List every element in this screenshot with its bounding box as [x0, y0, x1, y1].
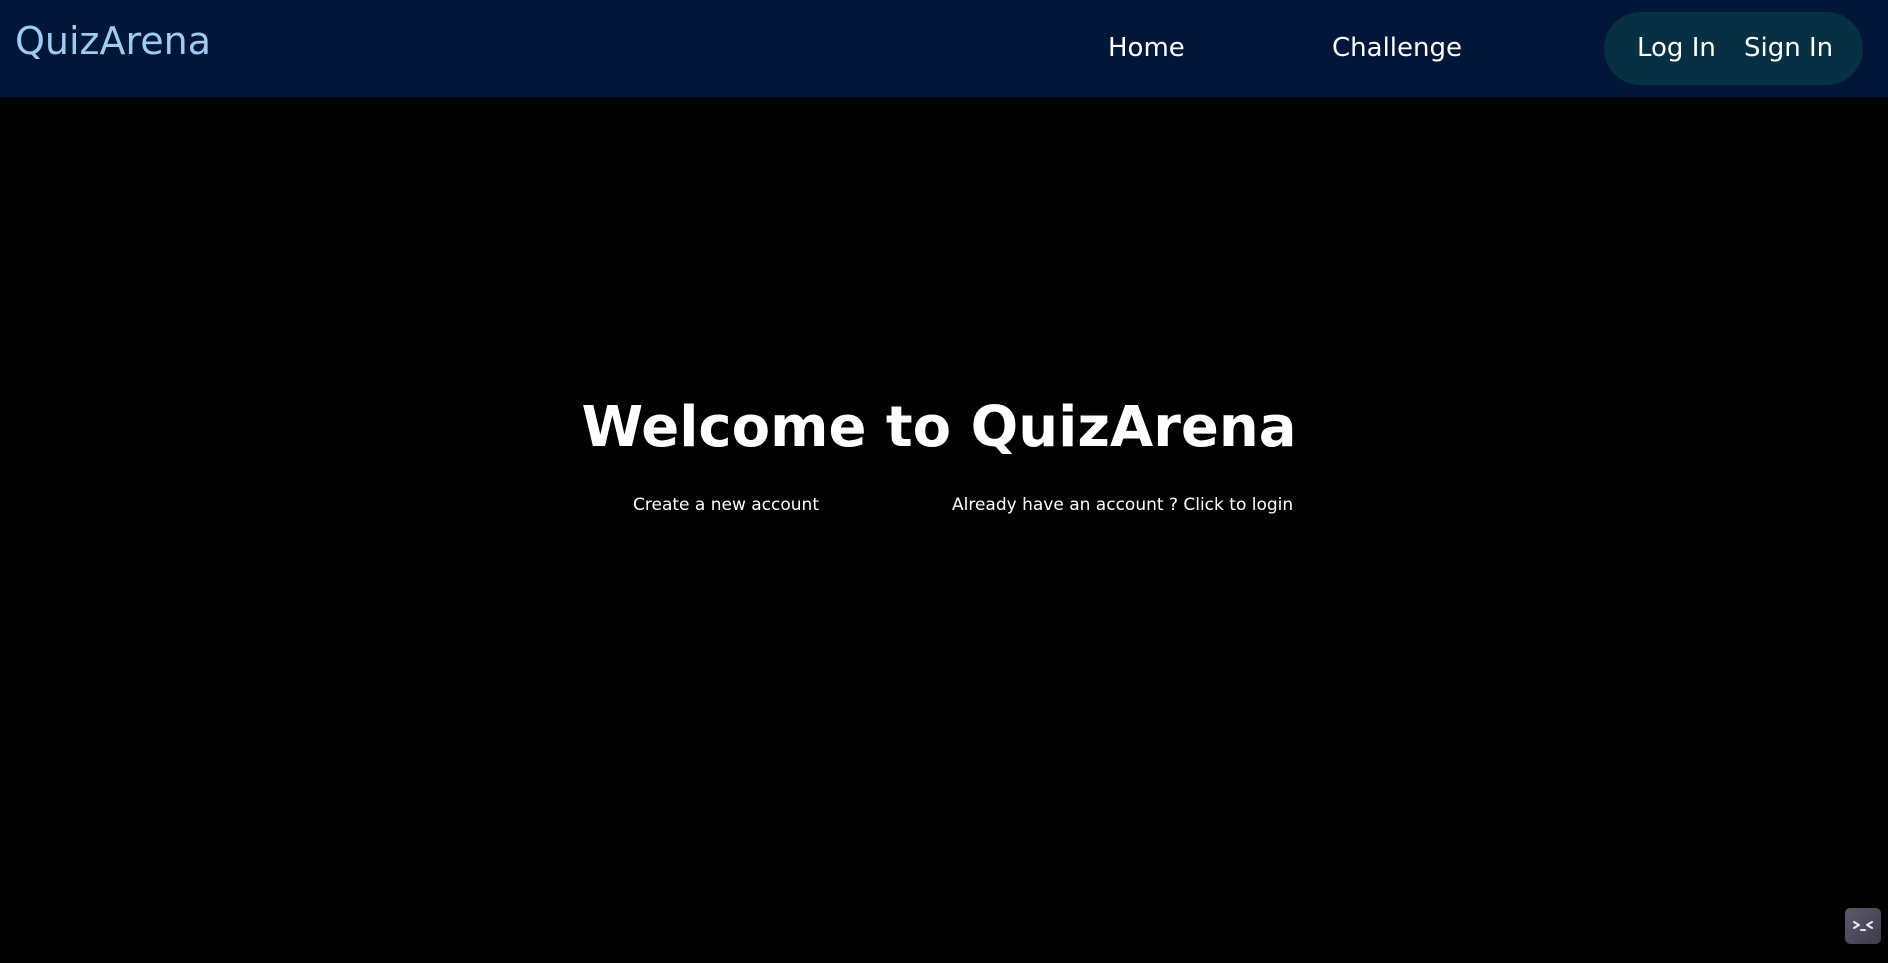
signin-button[interactable]: Sign In [1744, 30, 1833, 66]
brand-logo[interactable]: QuizArena [15, 18, 211, 64]
auth-button-group: Log In Sign In [1604, 12, 1863, 85]
nav-home-link[interactable]: Home [1108, 30, 1185, 66]
dev-tools-button[interactable] [1845, 908, 1881, 944]
top-navbar: QuizArena Home Challenge Log In Sign In [0, 0, 1888, 97]
page-title: Welcome to QuizArena [581, 395, 1297, 460]
create-account-link[interactable]: Create a new account [633, 493, 819, 517]
nav-challenge-link[interactable]: Challenge [1332, 30, 1462, 66]
login-link[interactable]: Already have an account ? Click to login [952, 493, 1293, 517]
dev-tools-icon [1853, 921, 1873, 931]
login-button[interactable]: Log In [1637, 30, 1716, 66]
